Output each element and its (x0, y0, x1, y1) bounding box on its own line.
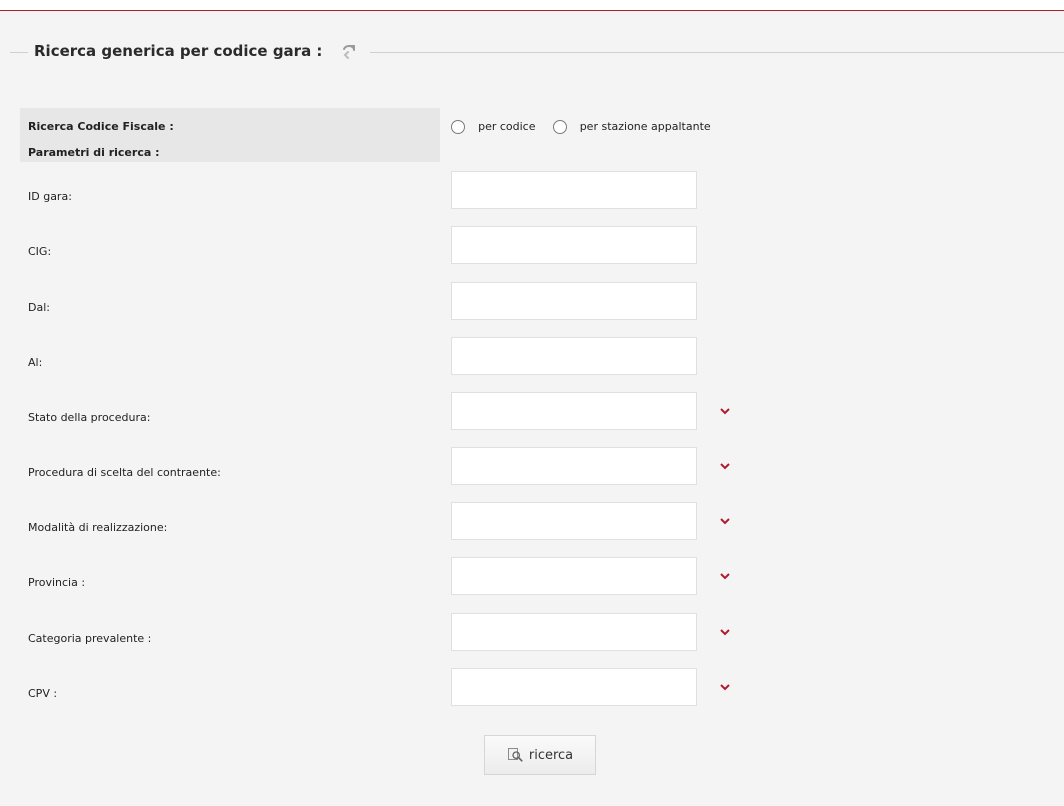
search-params-label: Parametri di ricerca : (28, 146, 160, 159)
dal-field[interactable] (451, 282, 697, 320)
stato-procedura-label: Stato della procedura: (28, 411, 151, 424)
al-label: Al: (28, 356, 43, 369)
search-mode-radio-group: per codice per stazione appaltante (451, 116, 723, 134)
radio-per-stazione-appaltante[interactable] (552, 119, 567, 134)
al-field[interactable] (451, 337, 697, 375)
modalita-realizzazione-label: Modalità di realizzazione: (28, 521, 168, 534)
search-button-label: ricerca (528, 747, 574, 763)
search-button[interactable]: ricerca (484, 735, 596, 775)
dal-label: Dal: (28, 301, 50, 314)
chevron-down-icon[interactable] (707, 406, 743, 416)
refresh-arrow-icon[interactable] (340, 43, 356, 59)
cig-label: CIG: (28, 245, 52, 258)
cpv-label: CPV : (28, 687, 58, 700)
categoria-prevalente-label: Categoria prevalente : (28, 632, 152, 645)
modalita-realizzazione-select[interactable] (451, 502, 697, 540)
id-gara-label: ID gara: (28, 190, 72, 203)
search-icon (507, 748, 523, 762)
id-gara-input[interactable] (452, 172, 696, 208)
section-title: Ricerca generica per codice gara : (34, 42, 323, 60)
search-mode-block: Ricerca Codice Fiscale : Parametri di ri… (20, 108, 440, 162)
categoria-prevalente-select[interactable] (451, 613, 697, 651)
radio-per-codice[interactable] (451, 119, 465, 134)
top-red-divider (0, 0, 1064, 11)
cig-field[interactable] (451, 226, 697, 264)
radio-label-per-codice[interactable]: per codice (478, 120, 535, 133)
chevron-down-icon[interactable] (707, 516, 743, 526)
provincia-select[interactable] (451, 557, 697, 595)
chevron-down-icon[interactable] (707, 461, 743, 471)
cpv-select[interactable] (451, 668, 697, 706)
dal-input[interactable] (452, 283, 696, 319)
provincia-label: Provincia : (28, 576, 86, 589)
chevron-down-icon[interactable] (707, 571, 743, 581)
chevron-down-icon[interactable] (707, 682, 743, 692)
cig-input[interactable] (452, 227, 696, 263)
legend-line-right (370, 52, 1064, 53)
radio-label-per-stazione-appaltante[interactable]: per stazione appaltante (580, 120, 711, 133)
procedura-contraente-select[interactable] (451, 447, 697, 485)
stato-procedura-select[interactable] (451, 392, 697, 430)
al-input[interactable] (452, 338, 696, 374)
chevron-down-icon[interactable] (707, 627, 743, 637)
legend-line-left (10, 52, 28, 53)
id-gara-field[interactable] (451, 171, 697, 209)
search-mode-label: Ricerca Codice Fiscale : (28, 120, 174, 133)
section-legend: Ricerca generica per codice gara : (10, 40, 1064, 66)
procedura-contraente-label: Procedura di scelta del contraente: (28, 466, 221, 479)
